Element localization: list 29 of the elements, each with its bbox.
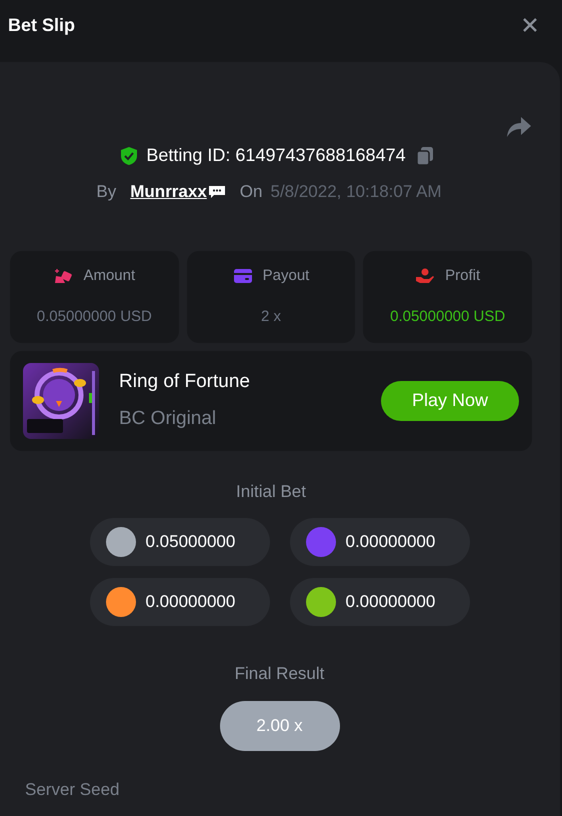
coin-amount: 0.00000000	[146, 591, 236, 614]
by-label: By	[96, 181, 116, 203]
final-result-title: Final Result	[234, 663, 326, 685]
on-label: On	[240, 181, 262, 203]
server-seed-label: Server Seed	[24, 778, 120, 800]
betting-id: Betting ID: 61497437688168474	[146, 144, 406, 167]
stat-value: 0.05000000 USD	[36, 306, 152, 326]
username-link[interactable]: Munrraxx	[130, 179, 226, 204]
coin-amount: 0.00000000	[346, 531, 436, 554]
coin-amount: 0.00000000	[346, 591, 436, 614]
result-multiplier: 2.00 x	[220, 700, 340, 750]
bet-date: 5/8/2022, 10:18:07 AM	[270, 181, 442, 203]
hand-coin-icon	[415, 268, 436, 284]
stat-value: 2 x	[260, 306, 281, 326]
close-icon[interactable]	[522, 17, 538, 33]
game-title: Ring of Fortune	[119, 370, 251, 394]
stat-label: Amount	[83, 266, 136, 286]
game-provider: BC Original	[119, 406, 218, 430]
shield-check-icon	[120, 146, 138, 166]
chat-icon	[208, 184, 226, 199]
stat-label: Profit	[445, 266, 480, 286]
stat-value: 0.05000000 USD	[390, 306, 506, 326]
share-icon[interactable]	[506, 116, 532, 138]
coin-amount: 0.05000000	[146, 531, 236, 554]
copy-icon[interactable]	[416, 146, 434, 166]
window-title: Bet Slip	[8, 14, 76, 37]
stat-label: Payout	[262, 266, 310, 286]
initial-bet-title: Initial Bet	[235, 480, 307, 502]
card-icon	[232, 268, 253, 284]
